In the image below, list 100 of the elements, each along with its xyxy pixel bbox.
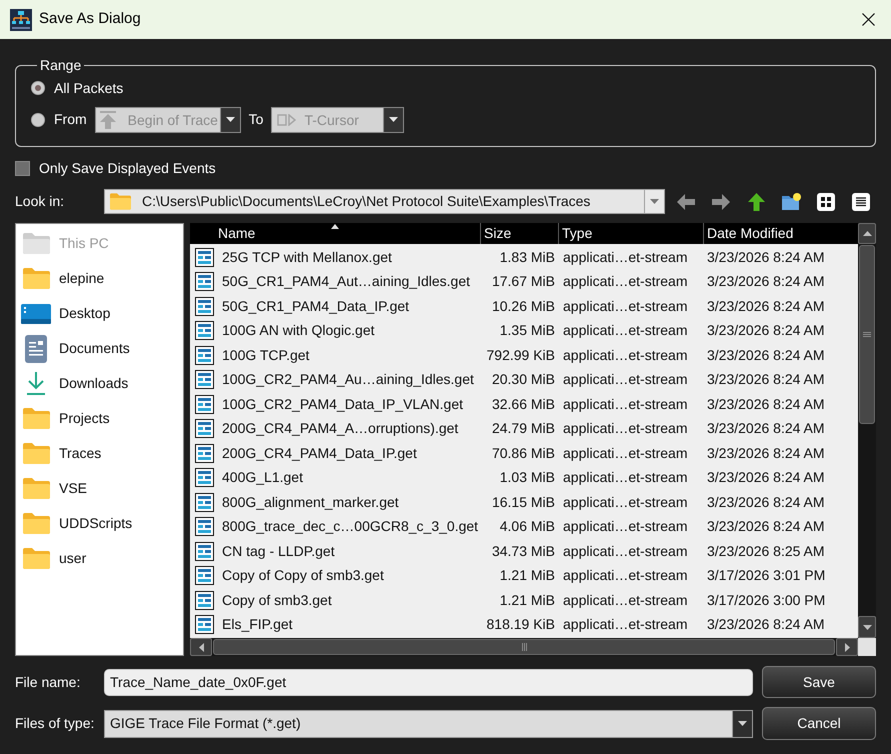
file-type-cell-text: applicati…et-stream	[562, 346, 688, 365]
sidebar-item[interactable]: Traces	[16, 436, 183, 471]
caret-left-icon	[198, 642, 204, 652]
file-name[interactable]: 400G_L1.get	[222, 467, 303, 488]
radio-label: All Packets	[54, 78, 124, 98]
file-size-cell-text: 1.83 MiB	[498, 248, 556, 267]
sidebar-item[interactable]: elepine	[16, 261, 183, 296]
file-icon	[195, 542, 214, 561]
file-icon	[195, 590, 214, 610]
file-icon	[195, 272, 214, 292]
caret-up-icon	[862, 231, 872, 236]
file-name[interactable]: Els_FIP.get	[222, 614, 293, 636]
new-folder-icon	[782, 193, 800, 210]
desktop-icon	[21, 304, 51, 324]
date-modified-cell-text: 3/23/2026 8:24 AM	[706, 468, 826, 488]
date-modified-cell-text: 3/23/2026 8:24 AM	[706, 492, 826, 512]
file-icon	[195, 248, 214, 267]
file-icon	[195, 468, 214, 488]
scrollbar-corner	[858, 638, 876, 656]
file-name[interactable]: CN tag - LLDP.get	[222, 540, 335, 562]
file-icon	[195, 566, 214, 586]
file-name[interactable]: 25G TCP with Mellanox.get	[222, 246, 392, 268]
file-name-field[interactable]: Trace_Name_date_0x0F.get	[104, 668, 753, 696]
file-type-cell-text: applicati…et-stream	[562, 444, 688, 463]
file-name[interactable]: 200G_CR4_PAM4_A…orruptions).get	[222, 418, 458, 440]
scrollbar-thumb[interactable]	[859, 245, 875, 424]
window-title: Save As Dialog	[39, 9, 141, 30]
file-icon	[195, 492, 214, 512]
file-size-cell-text: 32.66 MiB	[490, 394, 556, 414]
file-icon	[195, 321, 214, 340]
file-type-cell-text: applicati…et-stream	[562, 615, 688, 634]
file-name[interactable]: 100G AN with Qlogic.get	[222, 320, 375, 342]
file-icon	[195, 394, 214, 414]
caret-down-icon	[862, 624, 872, 630]
file-size-cell-text: 818.19 KiB	[486, 615, 556, 634]
sidebar-item[interactable]: Projects	[16, 401, 183, 436]
folder-icon	[22, 513, 50, 534]
look-in-dropdown[interactable]: C:\Users\Public\Documents\LeCroy\Net Protocol Suite\Examples\Traces	[104, 189, 665, 214]
file-size-cell-text: 1.03 MiB	[498, 468, 556, 488]
date-modified-cell-text: 3/23/2026 8:24 AM	[706, 394, 826, 414]
radio-button[interactable]	[31, 112, 45, 126]
file-name[interactable]: 50G_CR1_PAM4_Data_IP.get	[222, 296, 410, 317]
file-type-cell-text: applicati…et-stream	[562, 370, 688, 390]
checkbox[interactable]	[15, 160, 30, 176]
folder-icon	[22, 478, 50, 499]
file-name[interactable]: 50G_CR1_PAM4_Aut…aining_Idles.get	[222, 271, 470, 292]
sidebar-item[interactable]: VSE	[16, 471, 183, 506]
file-type-cell-text: applicati…et-stream	[562, 566, 688, 586]
scrollbar-thumb[interactable]	[213, 639, 835, 655]
sidebar-item[interactable]: Desktop	[16, 296, 183, 331]
folder-icon	[22, 548, 50, 569]
back-arrow-icon	[677, 194, 695, 210]
file-icon	[195, 517, 214, 536]
dropdown-arrow-button[interactable]	[732, 710, 752, 736]
cancel-button[interactable]: Cancel	[762, 707, 876, 740]
field-label: Look in:	[15, 192, 66, 211]
scroll-left-button[interactable]	[190, 638, 212, 656]
file-name[interactable]: 100G_CR2_PAM4_Au…aining_Idles.get	[222, 369, 474, 390]
file-icon	[195, 370, 214, 390]
radio-button[interactable]	[31, 81, 45, 95]
date-modified-cell-text: 3/23/2026 8:24 AM	[706, 419, 826, 438]
range-separator-label: To	[248, 110, 264, 129]
scroll-up-button[interactable]	[858, 223, 876, 244]
file-name[interactable]: 200G_CR4_PAM4_Data_IP.get	[222, 442, 417, 464]
file-size-cell-text: 1.35 MiB	[498, 321, 556, 340]
group-title: Range	[39, 57, 82, 74]
file-name[interactable]: Copy of Copy of smb3.get	[222, 565, 384, 586]
file-type-dropdown[interactable]: GIGE Trace File Format (*.get)	[104, 710, 753, 738]
file-icon	[195, 444, 214, 463]
file-size-cell-text: 1.21 MiB	[498, 566, 556, 586]
save-button[interactable]: Save	[762, 666, 876, 698]
file-name[interactable]: 100G_CR2_PAM4_Data_IP_VLAN.get	[222, 394, 463, 415]
folder-icon	[22, 268, 50, 289]
column-header[interactable]: Name	[190, 223, 480, 244]
file-name[interactable]: 100G TCP.get	[222, 344, 310, 366]
file-name[interactable]: Copy of smb3.get	[222, 590, 332, 611]
list-view-icon	[852, 192, 870, 210]
file-name[interactable]: 800G_trace_dec_c…00GCR8_c_3_0.get	[222, 516, 478, 538]
up-arrow-icon	[748, 192, 764, 210]
forward-arrow-icon	[712, 194, 730, 210]
file-size-cell-text: 17.67 MiB	[490, 272, 556, 292]
checkbox-label: Only Save Displayed Events	[39, 158, 216, 178]
date-modified-cell-text: 3/23/2026 8:24 AM	[706, 444, 826, 463]
file-type-cell-text: applicati…et-stream	[562, 517, 688, 536]
scroll-down-button[interactable]	[858, 616, 876, 638]
sidebar-item[interactable]: UDDScripts	[16, 506, 183, 541]
date-modified-cell-text: 3/23/2026 8:24 AM	[706, 272, 826, 292]
date-modified-cell-text: 3/23/2026 8:24 AM	[706, 615, 826, 634]
close-icon	[862, 13, 874, 26]
file-icon	[195, 419, 214, 438]
file-type-cell-text: applicati…et-stream	[562, 272, 688, 292]
date-modified-cell-text: 3/23/2026 8:24 AM	[706, 517, 826, 536]
sidebar-item[interactable]: Downloads	[16, 366, 183, 401]
caret-down-icon	[389, 117, 398, 122]
grip-icon	[522, 643, 526, 651]
sidebar-item[interactable]: Documents	[16, 331, 183, 366]
sidebar-item[interactable]: user	[16, 541, 183, 576]
scroll-right-button[interactable]	[836, 638, 858, 656]
date-modified-cell-text: 3/17/2026 3:01 PM	[706, 566, 826, 586]
file-name[interactable]: 800G_alignment_marker.get	[222, 492, 399, 513]
